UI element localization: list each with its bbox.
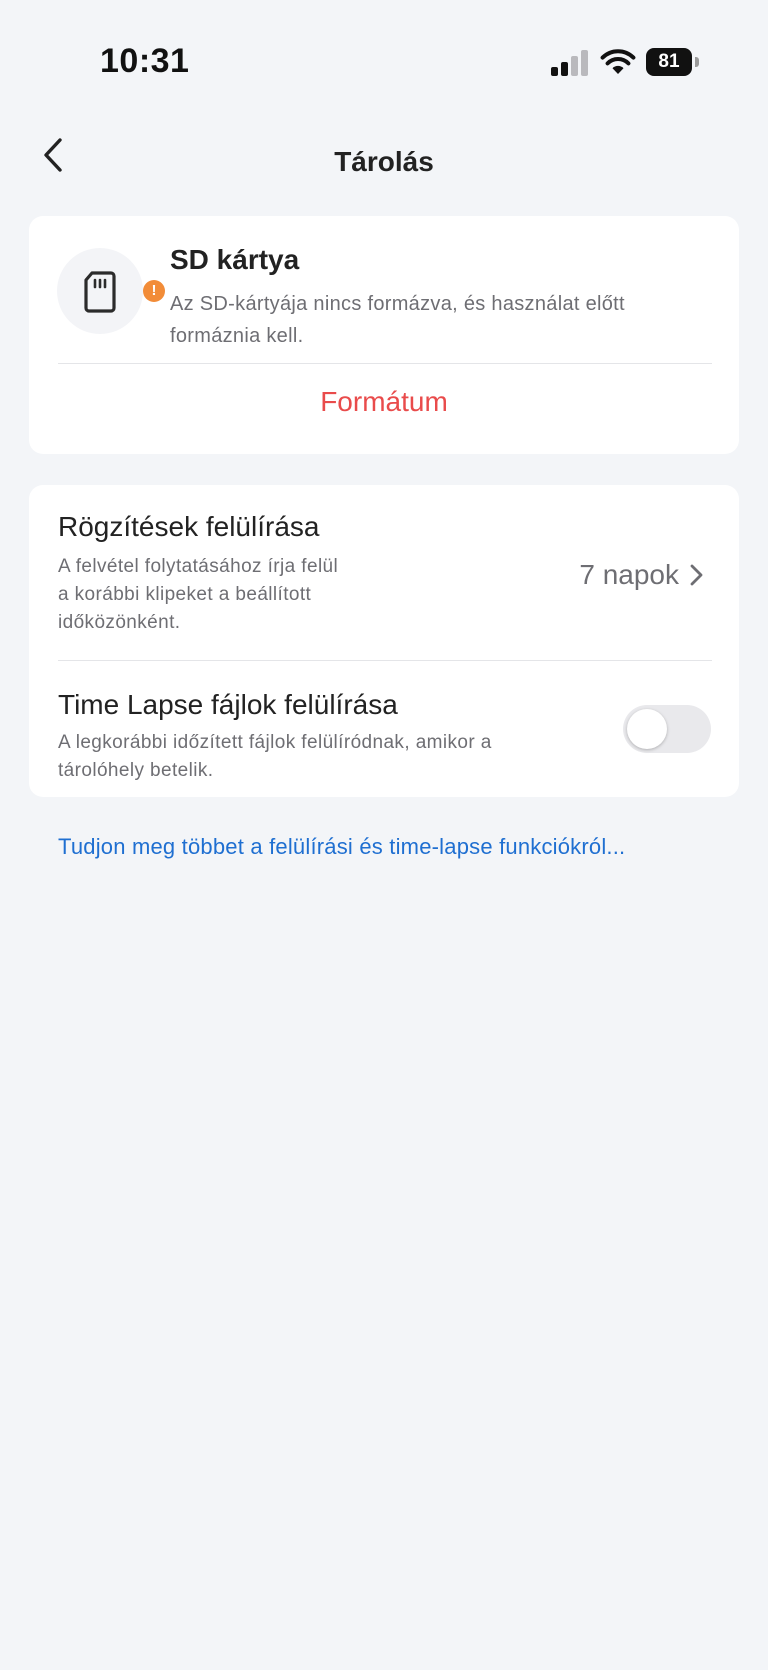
signal-icon <box>551 50 589 76</box>
overwrite-recordings-title: Rögzítések felülírása <box>58 511 320 542</box>
toggle-knob <box>627 709 667 749</box>
battery-icon: 81 <box>646 48 700 76</box>
overwrite-timelapse-description: A legkorábbi időzített fájlok felülíródn… <box>58 732 492 781</box>
sd-card-title: SD kártya <box>170 244 300 275</box>
overwrite-interval-selector[interactable]: 7 napok <box>579 559 707 591</box>
status-bar: 10:31 81 <box>0 0 768 110</box>
divider <box>58 363 712 364</box>
overwrite-timelapse-title: Time Lapse fájlok felülírása <box>58 689 398 720</box>
overwrite-recordings-description: A felvétel folytatásához írja felül a ko… <box>58 556 339 633</box>
overwrite-interval-value: 7 napok <box>579 559 679 590</box>
chevron-right-icon <box>690 564 703 586</box>
navigation-bar: Tárolás <box>0 118 768 208</box>
exclamation-icon: ! <box>143 280 165 302</box>
divider <box>58 660 712 661</box>
sd-card-description: Az SD-kártyája nincs formázva, és haszná… <box>170 293 625 347</box>
format-button[interactable]: Formátum <box>29 386 739 418</box>
sd-card-panel: ! SD kártya Az SD-kártyája nincs formázv… <box>29 216 739 454</box>
overwrite-settings-panel: Rögzítések felülírása A felvétel folytat… <box>29 485 739 797</box>
page-title: Tárolás <box>334 146 434 177</box>
sd-card-icon-container: ! <box>57 248 165 334</box>
sd-card-icon <box>84 271 116 313</box>
status-time: 10:31 <box>100 42 190 80</box>
learn-more-link[interactable]: Tudjon meg többet a felülírási és time-l… <box>58 834 625 860</box>
storage-settings-screen: 10:31 81 Tárolás ! SD kártya Az SD-kárty… <box>0 0 768 1670</box>
battery-level: 81 <box>646 48 692 76</box>
wifi-icon <box>600 48 636 76</box>
overwrite-timelapse-toggle[interactable] <box>623 705 711 753</box>
